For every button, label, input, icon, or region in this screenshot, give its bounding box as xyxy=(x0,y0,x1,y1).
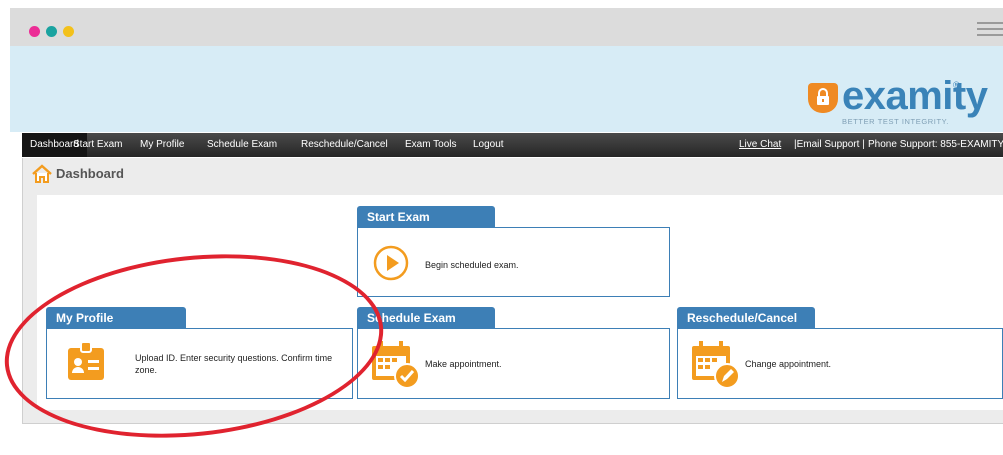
page-title: Dashboard xyxy=(56,166,124,181)
schedule-exam-card-text: Make appointment. xyxy=(425,359,502,369)
nav-schedule-exam[interactable]: Schedule Exam xyxy=(207,133,277,157)
main-nav: Dashboard Start Exam My Profile Schedule… xyxy=(22,133,1003,157)
start-exam-card-text: Begin scheduled exam. xyxy=(425,260,519,270)
phone-support-text: Phone Support: 855-EXAMITY xyxy=(868,139,1003,150)
brand-tagline: BETTER TEST INTEGRITY. xyxy=(842,117,949,126)
brand-logo[interactable]: examity xyxy=(842,76,988,116)
play-icon[interactable] xyxy=(373,245,409,281)
window-close-dot[interactable] xyxy=(29,26,40,37)
reschedule-cancel-card-text: Change appointment. xyxy=(745,359,832,369)
nav-reschedule-cancel[interactable]: Reschedule/Cancel xyxy=(301,133,388,157)
nav-exam-tools[interactable]: Exam Tools xyxy=(405,133,457,157)
home-icon xyxy=(32,164,52,184)
lock-shield-icon xyxy=(808,83,838,113)
registered-mark: ® xyxy=(953,80,960,90)
start-exam-card-title[interactable]: Start Exam xyxy=(357,206,495,228)
nav-my-profile[interactable]: My Profile xyxy=(140,133,184,157)
nav-start-exam[interactable]: Start Exam xyxy=(73,133,122,157)
hamburger-icon[interactable] xyxy=(977,22,1003,40)
nav-logout[interactable]: Logout xyxy=(473,133,504,157)
window-maximize-dot[interactable] xyxy=(63,26,74,37)
email-support-link[interactable]: |Email Support | xyxy=(794,133,865,157)
calendar-edit-icon xyxy=(689,338,741,390)
reschedule-cancel-card-title[interactable]: Reschedule/Cancel xyxy=(677,307,815,329)
live-chat-link[interactable]: Live Chat xyxy=(739,133,781,157)
window-minimize-dot[interactable] xyxy=(46,26,57,37)
window-chrome xyxy=(10,8,1003,46)
